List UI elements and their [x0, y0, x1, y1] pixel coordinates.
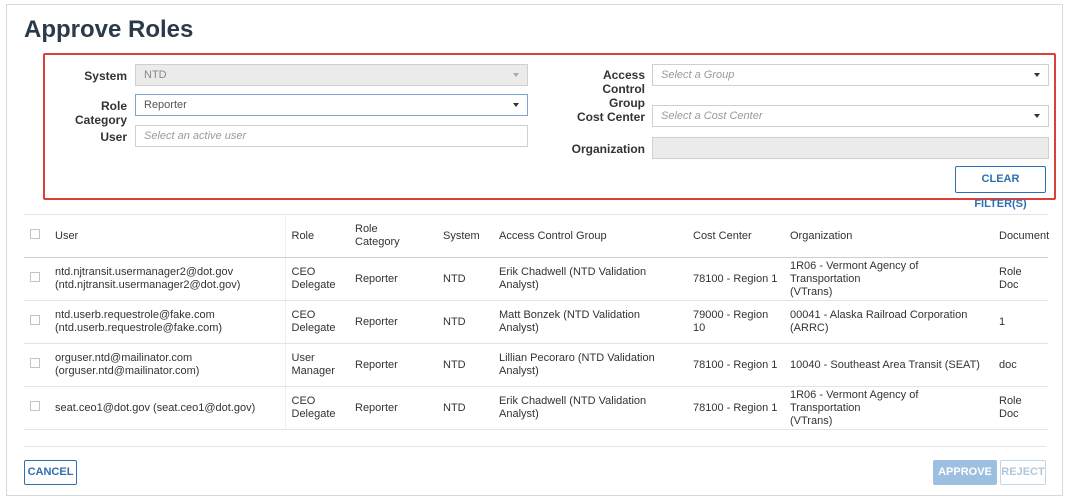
cancel-button[interactable]: CANCEL	[24, 460, 77, 485]
select-all-cell	[24, 214, 49, 258]
row-checkbox[interactable]	[30, 358, 40, 368]
cell-organization: 10040 - Southeast Area Transit (SEAT)	[784, 343, 993, 387]
cell-role-category: Reporter	[349, 343, 437, 387]
table-header-row: User Role Role Category System Access Co…	[24, 214, 1049, 258]
cell-user: ntd.njtransit.usermanager2@dot.gov (ntd.n…	[49, 257, 286, 301]
header-cost-center[interactable]: Cost Center	[687, 214, 784, 258]
cost-center-label: Cost Center	[576, 110, 645, 124]
cell-role-category: Reporter	[349, 257, 437, 301]
table-row[interactable]: ntd.njtransit.usermanager2@dot.gov (ntd.n…	[24, 257, 1048, 301]
row-select-cell	[24, 300, 49, 344]
row-select-cell	[24, 257, 49, 301]
clear-filters-button[interactable]: CLEAR FILTER(S)	[955, 166, 1046, 210]
cell-system: NTD	[437, 343, 493, 387]
row-checkbox[interactable]	[30, 401, 40, 411]
user-input[interactable]: Select an active user	[135, 125, 528, 147]
cell-access-control-group: Erik Chadwell (NTD Validation Analyst)	[493, 386, 687, 430]
cell-access-control-group: Lillian Pecoraro (NTD Validation Analyst)	[493, 343, 687, 387]
roles-table: User Role Role Category System Access Co…	[24, 214, 1049, 430]
access-control-group-placeholder: Select a Group	[661, 69, 735, 81]
cell-cost-center: 79000 - Region 10	[687, 300, 784, 344]
organization-field	[652, 137, 1049, 159]
role-category-value: Reporter	[144, 99, 187, 111]
access-control-group-select[interactable]: Select a Group	[652, 64, 1049, 86]
table-row[interactable]: ntd.userb.requestrole@fake.com (ntd.userb…	[24, 300, 1048, 344]
row-checkbox[interactable]	[30, 315, 40, 325]
header-document[interactable]: Document	[993, 214, 1049, 258]
chevron-down-icon	[513, 103, 519, 107]
role-category-select[interactable]: Reporter	[135, 94, 528, 116]
header-system[interactable]: System	[437, 214, 493, 258]
cell-system: NTD	[437, 300, 493, 344]
header-organization[interactable]: Organization	[784, 214, 993, 258]
cost-center-placeholder: Select a Cost Center	[661, 110, 763, 122]
cell-document: doc	[993, 343, 1048, 387]
select-all-checkbox[interactable]	[30, 229, 40, 239]
cell-cost-center: 78100 - Region 1	[687, 257, 784, 301]
cell-role: User Manager	[285, 343, 349, 387]
system-label: System	[84, 69, 127, 83]
cell-role: CEO Delegate	[285, 300, 349, 344]
cell-access-control-group: Erik Chadwell (NTD Validation Analyst)	[493, 257, 687, 301]
header-user[interactable]: User	[49, 214, 286, 258]
access-control-group-label: Access Control Group	[602, 68, 645, 110]
cell-access-control-group: Matt Bonzek (NTD Validation Analyst)	[493, 300, 687, 344]
approve-button[interactable]: APPROVE	[933, 460, 997, 485]
row-select-cell	[24, 386, 49, 430]
cell-user: orguser.ntd@mailinator.com (orguser.ntd@m…	[49, 343, 286, 387]
cell-role-category: Reporter	[349, 300, 437, 344]
table-row[interactable]: seat.ceo1@dot.gov (seat.ceo1@dot.gov) CE…	[24, 386, 1048, 430]
cell-cost-center: 78100 - Region 1	[687, 343, 784, 387]
user-placeholder: Select an active user	[144, 130, 247, 142]
role-category-label: Role Category	[74, 99, 127, 127]
cell-cost-center: 78100 - Region 1	[687, 386, 784, 430]
cell-document: 1	[993, 300, 1048, 344]
system-select[interactable]: NTD	[135, 64, 528, 86]
cell-organization: 00041 - Alaska Railroad Corporation (ARRC…	[784, 300, 993, 344]
cost-center-select[interactable]: Select a Cost Center	[652, 105, 1049, 127]
chevron-down-icon	[513, 73, 519, 77]
system-value: NTD	[144, 69, 167, 81]
row-select-cell	[24, 343, 49, 387]
header-access-control-group[interactable]: Access Control Group	[493, 214, 687, 258]
cell-user: seat.ceo1@dot.gov (seat.ceo1@dot.gov)	[49, 386, 286, 430]
header-role[interactable]: Role	[285, 214, 349, 258]
cell-role: CEO Delegate	[285, 386, 349, 430]
user-label: User	[100, 130, 127, 144]
row-checkbox[interactable]	[30, 272, 40, 282]
cell-organization: 1R06 - Vermont Agency of Transportation(…	[784, 257, 993, 301]
organization-label: Organization	[571, 142, 645, 156]
reject-button[interactable]: REJECT	[1000, 460, 1046, 485]
cell-role: CEO Delegate	[285, 257, 349, 301]
cell-system: NTD	[437, 386, 493, 430]
page-title: Approve Roles	[24, 16, 194, 43]
chevron-down-icon	[1034, 73, 1040, 77]
cell-document: Role Doc	[993, 257, 1048, 301]
cell-organization: 1R06 - Vermont Agency of Transportation(…	[784, 386, 993, 430]
cell-role-category: Reporter	[349, 386, 437, 430]
footer-divider	[24, 446, 1046, 447]
cell-document: Role Doc	[993, 386, 1048, 430]
cell-user: ntd.userb.requestrole@fake.com (ntd.userb…	[49, 300, 286, 344]
header-role-category[interactable]: Role Category	[349, 214, 437, 258]
cell-system: NTD	[437, 257, 493, 301]
table-row[interactable]: orguser.ntd@mailinator.com (orguser.ntd@m…	[24, 343, 1048, 387]
chevron-down-icon	[1034, 114, 1040, 118]
